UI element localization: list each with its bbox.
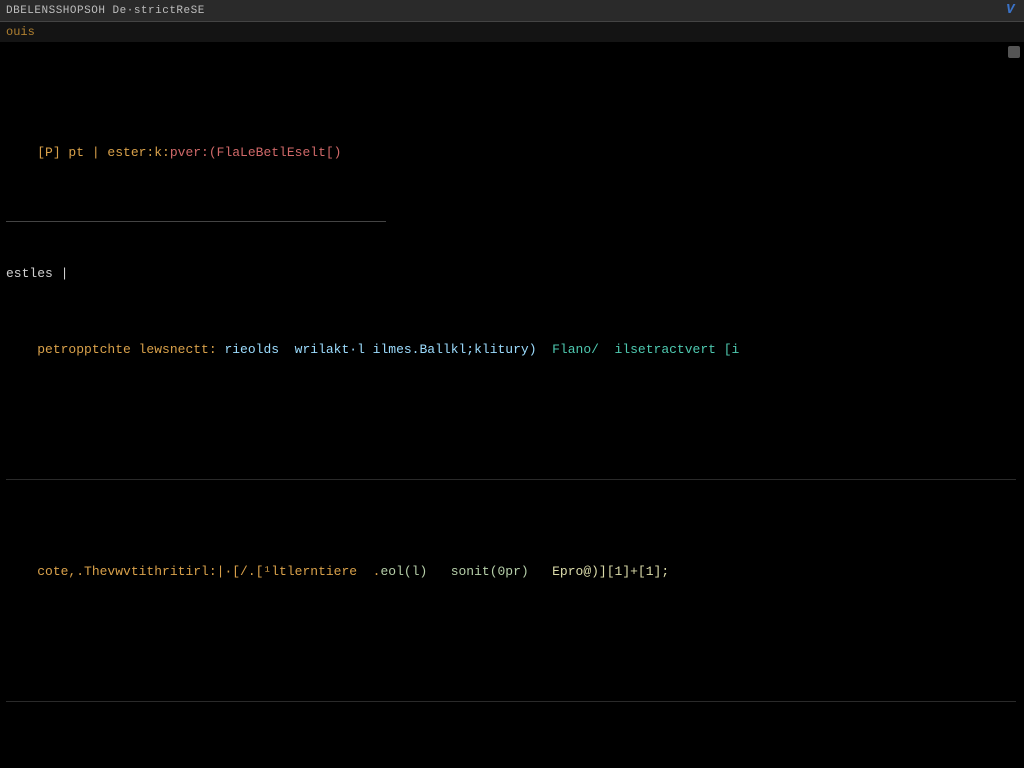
- app-logo-icon: V: [1006, 2, 1020, 16]
- minimap-icon[interactable]: [1008, 46, 1020, 58]
- code-token: cote,.Thevwvtithritirl:|·[/.[¹ltlerntier…: [37, 564, 380, 579]
- separator: [6, 221, 386, 222]
- code-token: [P] pt | ester:k:: [37, 145, 170, 160]
- window-titlebar: DBELENSSHOPSOH De·strictReSE V: [0, 0, 1024, 22]
- breadcrumb: ouis: [0, 22, 1024, 42]
- code-editor[interactable]: [P] pt | ester:k:pver:(FlaLeBetlEselt[) …: [0, 42, 1024, 768]
- breadcrumb-tab[interactable]: ouis: [6, 25, 35, 39]
- code-line: estles |: [6, 264, 1016, 283]
- code-token: pver:(FlaLeBetlEselt[): [170, 145, 342, 160]
- code-token: Epro@)][1]+[1];: [529, 564, 669, 579]
- code-token: Flano/ ilsetractvert [i: [552, 342, 739, 357]
- separator: [6, 479, 1016, 480]
- code-token: petropptchte lewsnectt:: [37, 342, 224, 357]
- window-title-path: DBELENSSHOPSOH De·strictReSE: [6, 5, 205, 17]
- separator: [6, 701, 1016, 702]
- code-token: eol(l) sonit(0pr): [380, 564, 528, 579]
- code-token: rieolds wrilakt·l ilmes.Ballkl;klitury): [224, 342, 552, 357]
